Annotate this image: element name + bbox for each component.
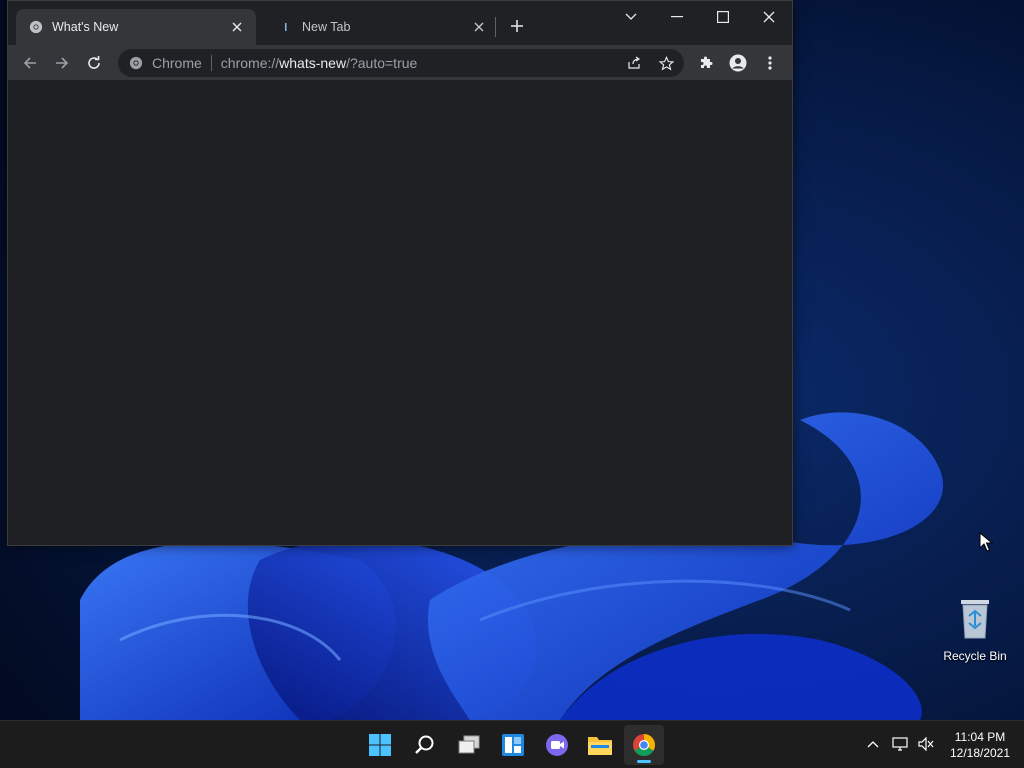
new-tab-button[interactable]: [506, 15, 528, 37]
search-icon: [415, 735, 434, 754]
arrow-left-icon: [23, 57, 36, 69]
url-rest: /?auto=true: [346, 55, 418, 71]
taskbar-search-button[interactable]: [405, 725, 445, 765]
chrome-taskbar-button[interactable]: [624, 725, 664, 765]
arrow-right-icon: [56, 57, 69, 69]
taskbar: 11:04 PM 12/18/2021: [0, 720, 1024, 768]
close-icon: [763, 11, 775, 23]
tab-new-tab[interactable]: New Tab: [266, 9, 498, 45]
desktop-icon-recycle-bin[interactable]: Recycle Bin: [940, 596, 1010, 663]
chevron-down-icon: [625, 13, 637, 20]
chat-camera-icon: [546, 734, 568, 756]
share-button[interactable]: [624, 53, 644, 73]
close-tab-icon[interactable]: [470, 18, 488, 36]
bookmark-star-button[interactable]: [656, 53, 676, 73]
url-scheme: chrome://: [220, 55, 280, 71]
url-text: chrome://whats-new/?auto=true: [221, 55, 418, 71]
tab-strip: What's New New Tab: [8, 1, 792, 45]
active-app-indicator: [637, 760, 651, 763]
minimize-icon: [671, 16, 683, 18]
chrome-menu-button[interactable]: [756, 49, 784, 77]
speaker-muted-icon: [918, 737, 934, 751]
profile-button[interactable]: [724, 49, 752, 77]
browser-toolbar: Chrome chrome://whats-new/?auto=true: [8, 45, 792, 81]
kebab-menu-icon: [768, 56, 772, 70]
tab-search-button[interactable]: [608, 3, 654, 31]
file-explorer-button[interactable]: [580, 725, 620, 765]
page-content-area[interactable]: [8, 82, 792, 545]
back-button[interactable]: [16, 49, 44, 77]
desktop-icon-label: Recycle Bin: [943, 649, 1007, 663]
maximize-icon: [717, 11, 729, 23]
mouse-cursor-icon: [979, 532, 993, 552]
loading-indicator-icon: [278, 19, 294, 35]
site-chip-label: Chrome: [152, 55, 202, 71]
reload-icon: [88, 56, 100, 69]
network-monitor-icon: [892, 737, 908, 751]
omnibox-divider: [210, 55, 212, 71]
task-view-icon: [458, 735, 480, 754]
profile-avatar-icon: [729, 54, 747, 72]
star-icon: [658, 55, 674, 70]
plus-icon: [511, 20, 523, 32]
clock-date: 12/18/2021: [949, 746, 1011, 760]
start-button[interactable]: [360, 725, 400, 765]
close-window-button[interactable]: [746, 3, 792, 31]
close-tab-icon[interactable]: [228, 18, 246, 36]
folder-icon: [588, 737, 612, 755]
tab-whats-new[interactable]: What's New: [16, 9, 256, 45]
url-host: whats-new: [279, 55, 347, 71]
chrome-site-icon: [128, 55, 144, 71]
windows-logo-icon: [369, 734, 391, 756]
chrome-logo-icon: [633, 734, 655, 756]
network-button[interactable]: [889, 733, 911, 755]
task-view-button[interactable]: [449, 725, 489, 765]
show-hidden-icons-button[interactable]: [862, 733, 884, 755]
tab-title: What's New: [52, 20, 119, 34]
chevron-up-icon: [867, 741, 879, 748]
address-bar[interactable]: Chrome chrome://whats-new/?auto=true: [118, 49, 684, 77]
puzzle-piece-icon: [701, 56, 713, 68]
clock-time: 11:04 PM: [954, 730, 1006, 744]
reload-button[interactable]: [80, 49, 108, 77]
widgets-button[interactable]: [493, 725, 533, 765]
maximize-button[interactable]: [700, 3, 746, 31]
teams-chat-button[interactable]: [537, 725, 577, 765]
forward-button[interactable]: [48, 49, 76, 77]
tab-separator: [495, 17, 496, 37]
chrome-window: What's New New Tab Chrome chrome://whats…: [7, 0, 793, 546]
tab-title: New Tab: [302, 20, 351, 34]
extensions-button[interactable]: [692, 49, 720, 77]
system-clock[interactable]: 11:04 PM 12/18/2021: [940, 729, 1020, 761]
chrome-favicon-icon: [28, 19, 44, 35]
recycle-bin-icon: [961, 600, 989, 639]
minimize-button[interactable]: [654, 3, 700, 31]
widgets-icon: [502, 734, 524, 756]
share-icon: [628, 56, 641, 69]
volume-button[interactable]: [915, 733, 937, 755]
